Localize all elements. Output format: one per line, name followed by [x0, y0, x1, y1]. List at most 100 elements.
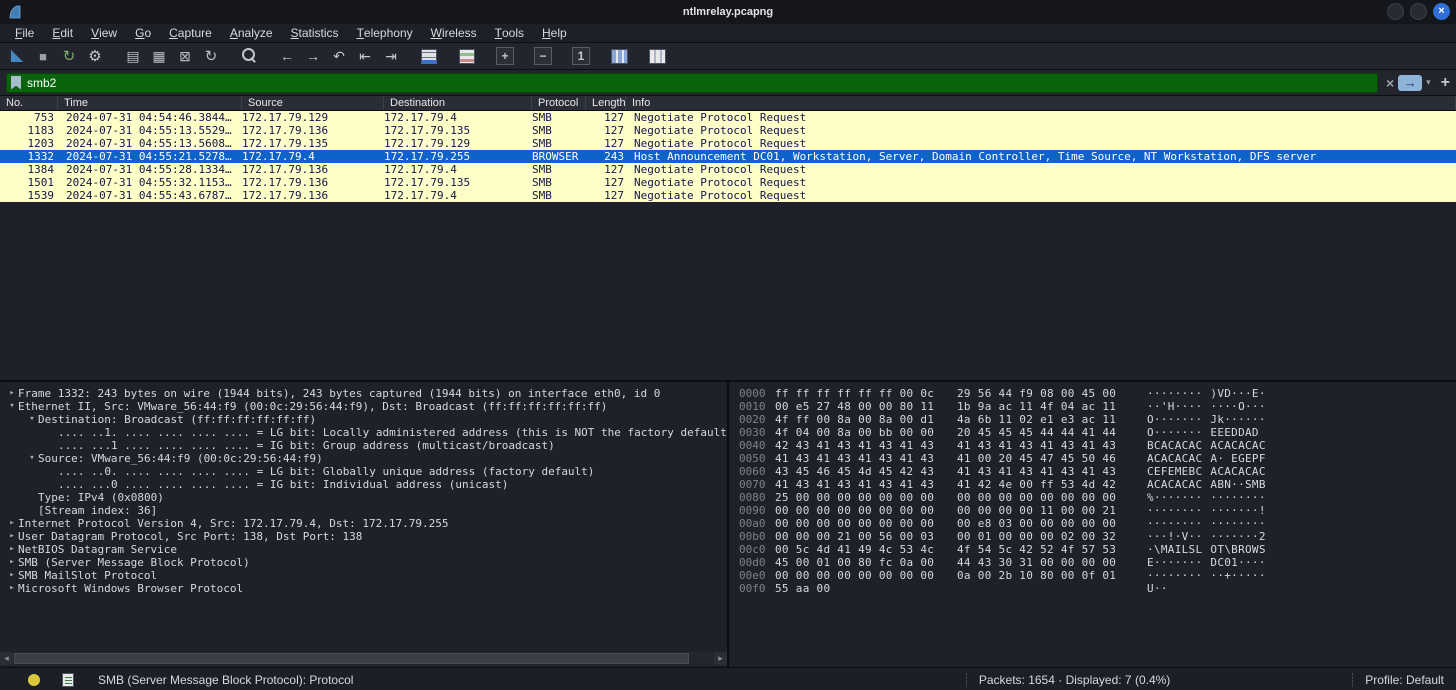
go-last-packet-icon[interactable]: ⇥ — [380, 45, 402, 67]
menu-view[interactable]: View — [82, 24, 126, 42]
detail-mailslot[interactable]: ▸SMB MailSlot Protocol — [0, 569, 727, 582]
packet-row-1332-selected[interactable]: 13322024-07-31 04:55:21.5278…172.17.79.4… — [0, 150, 1456, 163]
menu-file[interactable]: File — [6, 24, 43, 42]
filter-dropdown-caret-icon[interactable]: ▾ — [1426, 77, 1431, 88]
column-time[interactable]: Time — [58, 96, 242, 110]
minimize-button[interactable] — [1387, 3, 1404, 20]
hex-row[interactable]: 005041 43 41 43 41 43 41 4341 00 20 45 4… — [739, 452, 1456, 465]
detail-eth-type[interactable]: Type: IPv4 (0x0800) — [0, 491, 727, 504]
maximize-button[interactable] — [1410, 3, 1427, 20]
detail-ig-bit-src[interactable]: .... ...0 .... .... .... .... = IG bit: … — [0, 478, 727, 491]
restart-capture-icon[interactable]: ↻ — [58, 45, 80, 67]
detail-netbios[interactable]: ▸NetBIOS Datagram Service — [0, 543, 727, 556]
expand-arrow-icon[interactable]: ▸ — [6, 556, 18, 569]
expert-info-icon[interactable] — [28, 674, 40, 686]
apply-filter-icon[interactable]: → — [1398, 75, 1422, 91]
expand-arrow-icon[interactable]: ▸ — [6, 530, 18, 543]
capture-options-icon[interactable]: ⚙ — [84, 45, 106, 67]
detail-ethernet[interactable]: ▾Ethernet II, Src: VMware_56:44:f9 (00:0… — [0, 400, 727, 413]
detail-eth-destination[interactable]: ▾Destination: Broadcast (ff:ff:ff:ff:ff:… — [0, 413, 727, 426]
expand-arrow-icon[interactable]: ▾ — [6, 400, 18, 413]
go-first-packet-icon[interactable]: ⇤ — [354, 45, 376, 67]
hex-row[interactable]: 007041 43 41 43 41 43 41 4341 42 4e 00 f… — [739, 478, 1456, 491]
expand-arrow-icon[interactable]: ▸ — [6, 582, 18, 595]
go-to-packet-icon[interactable]: ↶ — [328, 45, 350, 67]
expand-arrow-icon[interactable]: ▸ — [6, 387, 18, 400]
start-capture-icon[interactable]: ◣ — [6, 45, 28, 67]
resize-columns-icon[interactable] — [608, 45, 630, 67]
expand-arrow-icon[interactable]: ▾ — [26, 413, 38, 426]
filter-bookmark-icon[interactable] — [11, 76, 21, 90]
expand-arrow-icon[interactable]: ▸ — [6, 569, 18, 582]
scroll-right-icon[interactable]: ▸ — [714, 652, 727, 665]
find-packet-icon[interactable] — [238, 45, 260, 67]
hex-row[interactable]: 004042 43 41 43 41 43 41 4341 43 41 43 4… — [739, 439, 1456, 452]
close-file-icon[interactable]: ⊠ — [174, 45, 196, 67]
go-forward-icon[interactable]: → — [302, 45, 324, 67]
hex-row[interactable]: 00204f ff 00 8a 00 8a 00 d14a 6b 11 02 e… — [739, 413, 1456, 426]
auto-scroll-icon[interactable] — [418, 45, 440, 67]
detail-browser[interactable]: ▸Microsoft Windows Browser Protocol — [0, 582, 727, 595]
reload-file-icon[interactable]: ↻ — [200, 45, 222, 67]
add-filter-button-icon[interactable]: + — [1441, 74, 1450, 92]
close-button[interactable]: × — [1433, 3, 1450, 20]
menu-tools[interactable]: Tools — [486, 24, 533, 42]
detail-ipv4[interactable]: ▸Internet Protocol Version 4, Src: 172.1… — [0, 517, 727, 530]
packet-row-1539[interactable]: 15392024-07-31 04:55:43.6787…172.17.79.1… — [0, 189, 1456, 202]
scroll-left-icon[interactable]: ◂ — [0, 652, 13, 665]
expand-arrow-icon[interactable]: ▾ — [26, 452, 38, 465]
hex-row[interactable]: 0000ff ff ff ff ff ff 00 0c29 56 44 f9 0… — [739, 387, 1456, 400]
hex-row[interactable]: 001000 e5 27 48 00 00 80 111b 9a ac 11 4… — [739, 400, 1456, 413]
packet-row-753[interactable]: 7532024-07-31 04:54:46.3844…172.17.79.12… — [0, 111, 1456, 124]
zoom-out-icon[interactable]: − — [534, 47, 552, 65]
detail-eth-source[interactable]: ▾Source: VMware_56:44:f9 (00:0c:29:56:44… — [0, 452, 727, 465]
clear-filter-icon[interactable]: × — [1386, 75, 1394, 91]
details-hscrollbar[interactable]: ◂ ▸ — [0, 652, 727, 665]
menu-wireless[interactable]: Wireless — [422, 24, 486, 42]
save-file-icon[interactable]: ▦ — [148, 45, 170, 67]
menu-analyze[interactable]: Analyze — [221, 24, 282, 42]
detail-frame[interactable]: ▸Frame 1332: 243 bytes on wire (1944 bit… — [0, 387, 727, 400]
detail-ig-bit[interactable]: .... ...1 .... .... .... .... = IG bit: … — [0, 439, 727, 452]
packet-row-1203[interactable]: 12032024-07-31 04:55:13.5608…172.17.79.1… — [0, 137, 1456, 150]
detail-udp[interactable]: ▸User Datagram Protocol, Src Port: 138, … — [0, 530, 727, 543]
hex-row[interactable]: 00c000 5c 4d 41 49 4c 53 4c4f 54 5c 42 5… — [739, 543, 1456, 556]
detail-stream-index[interactable]: [Stream index: 36] — [0, 504, 727, 517]
column-destination[interactable]: Destination — [384, 96, 532, 110]
column-protocol[interactable]: Protocol — [532, 96, 586, 110]
detail-smb[interactable]: ▸SMB (Server Message Block Protocol) — [0, 556, 727, 569]
hex-row[interactable]: 009000 00 00 00 00 00 00 0000 00 00 00 1… — [739, 504, 1456, 517]
hex-row[interactable]: 00a000 00 00 00 00 00 00 0000 e8 03 00 0… — [739, 517, 1456, 530]
open-file-icon[interactable]: ▤ — [122, 45, 144, 67]
column-info[interactable]: Info — [626, 96, 1456, 110]
hex-row[interactable]: 006043 45 46 45 4d 45 42 4341 43 41 43 4… — [739, 465, 1456, 478]
menu-statistics[interactable]: Statistics — [282, 24, 348, 42]
hex-row[interactable]: 008025 00 00 00 00 00 00 0000 00 00 00 0… — [739, 491, 1456, 504]
stop-capture-icon[interactable]: ■ — [32, 45, 54, 67]
hex-row[interactable]: 00b000 00 00 21 00 56 00 0300 01 00 00 0… — [739, 530, 1456, 543]
menu-telephony[interactable]: Telephony — [348, 24, 422, 42]
packet-row-1501[interactable]: 15012024-07-31 04:55:32.1153…172.17.79.1… — [0, 176, 1456, 189]
column-no[interactable]: No. — [0, 96, 58, 110]
zoom-in-icon[interactable]: + — [496, 47, 514, 65]
packet-row-1183[interactable]: 11832024-07-31 04:55:13.5529…172.17.79.1… — [0, 124, 1456, 137]
hex-row[interactable]: 00e000 00 00 00 00 00 00 000a 00 2b 10 8… — [739, 569, 1456, 582]
scrollbar-thumb[interactable] — [14, 653, 689, 664]
hex-row[interactable]: 00304f 04 00 8a 00 bb 00 0020 45 45 45 4… — [739, 426, 1456, 439]
menu-edit[interactable]: Edit — [43, 24, 82, 42]
menu-help[interactable]: Help — [533, 24, 576, 42]
status-profile[interactable]: Profile: Default — [1365, 673, 1444, 687]
packet-row-1384[interactable]: 13842024-07-31 04:55:28.1334…172.17.79.1… — [0, 163, 1456, 176]
expand-arrow-icon[interactable]: ▸ — [6, 517, 18, 530]
hex-row[interactable]: 00f055 aa 00U·· — [739, 582, 1456, 595]
menu-go[interactable]: Go — [126, 24, 160, 42]
column-source[interactable]: Source — [242, 96, 384, 110]
detail-lg-bit-src[interactable]: .... ..0. .... .... .... .... = LG bit: … — [0, 465, 727, 478]
display-filter-input[interactable]: smb2 — [6, 73, 1378, 93]
hex-row[interactable]: 00d045 00 01 00 80 fc 0a 0044 43 30 31 0… — [739, 556, 1456, 569]
go-back-icon[interactable]: ← — [276, 45, 298, 67]
expand-arrow-icon[interactable]: ▸ — [6, 543, 18, 556]
detail-lg-bit[interactable]: .... ..1. .... .... .... .... = LG bit: … — [0, 426, 727, 439]
reset-layout-icon[interactable] — [646, 45, 668, 67]
capture-comment-icon[interactable] — [62, 673, 74, 687]
